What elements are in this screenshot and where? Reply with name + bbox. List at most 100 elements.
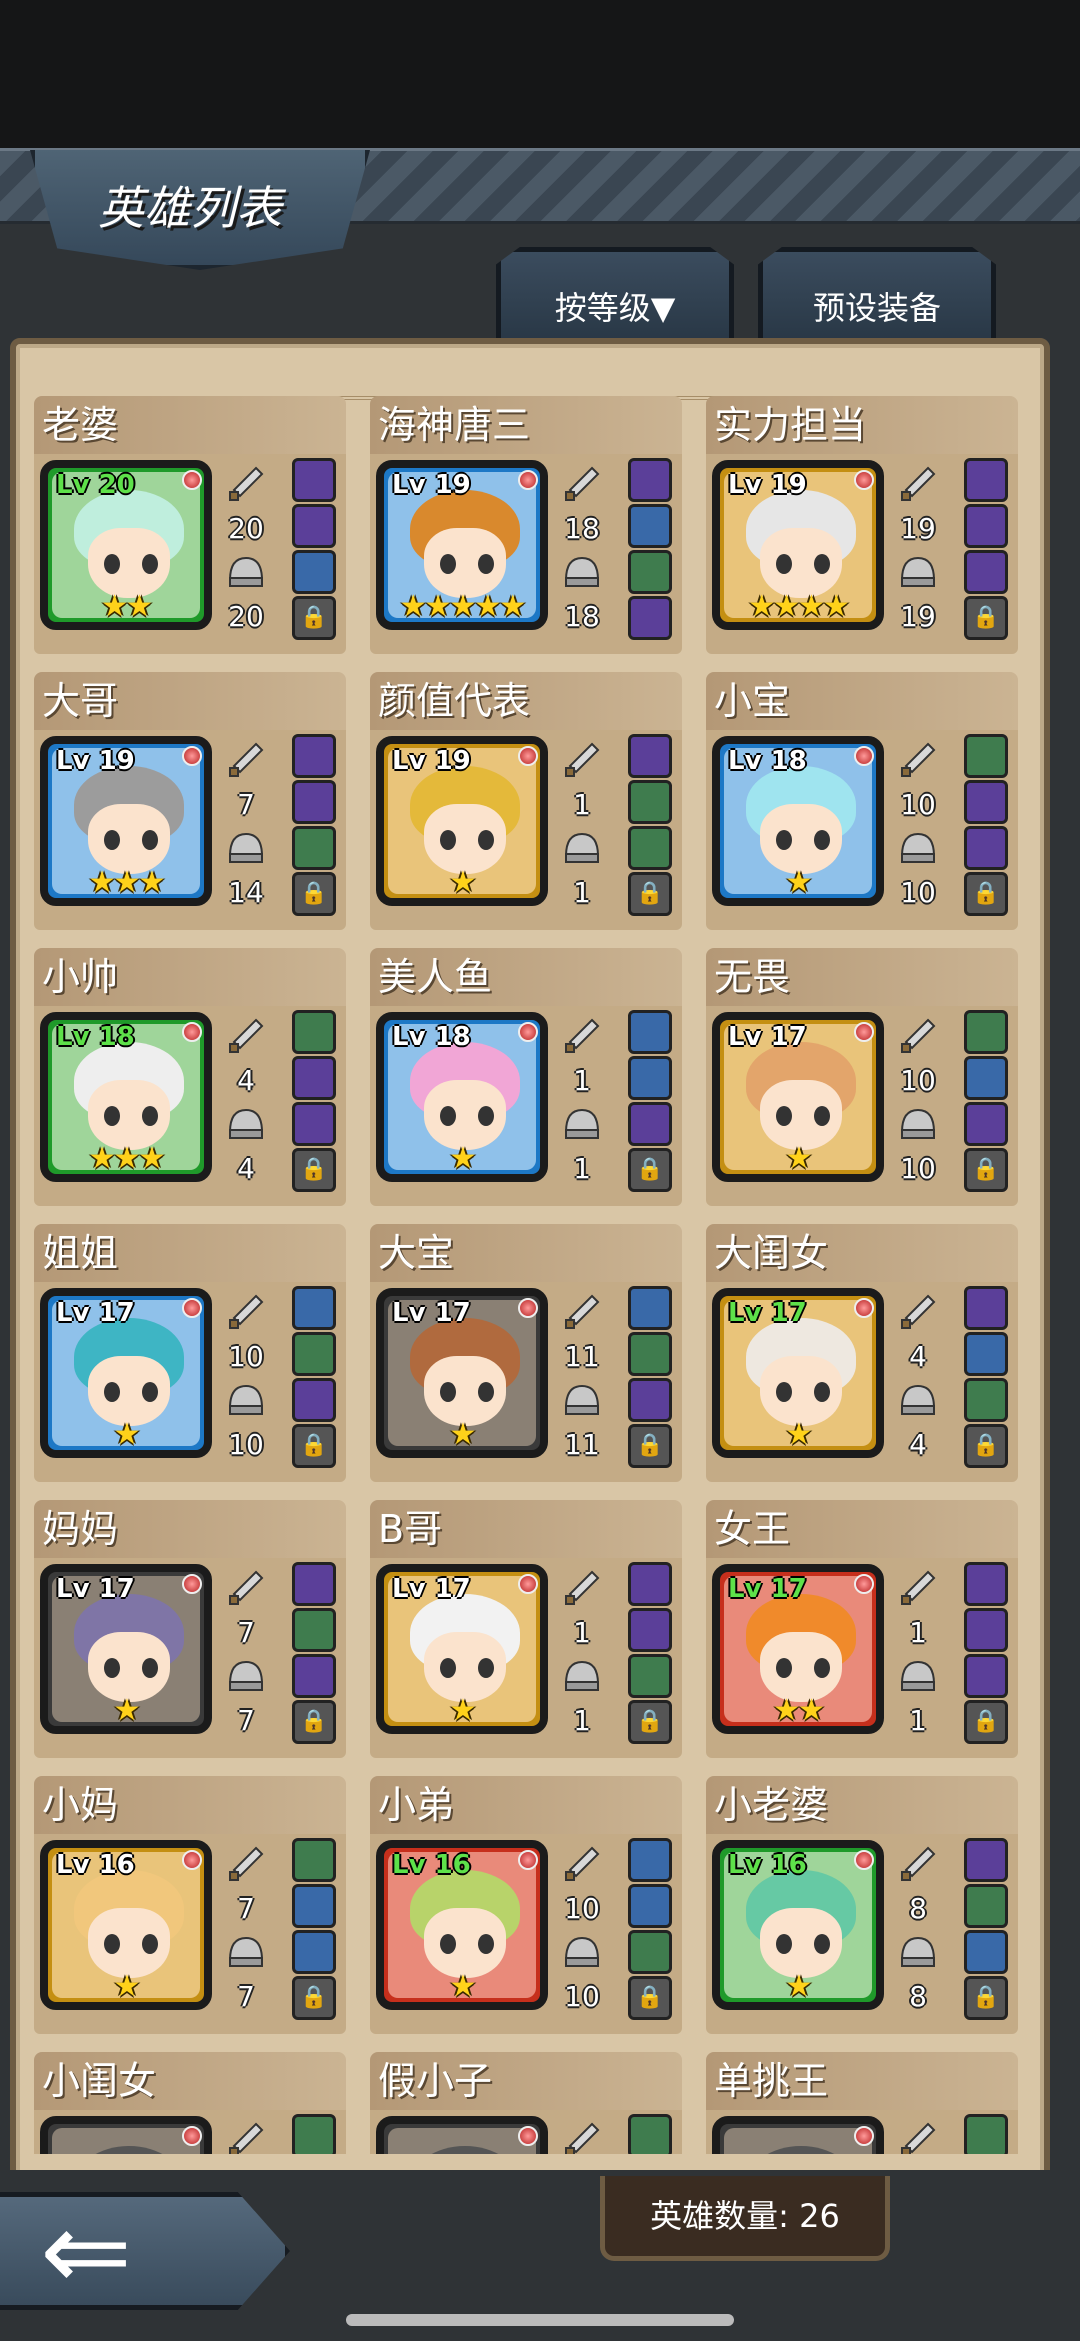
hero-portrait[interactable]: Lv 16 ★ xyxy=(376,1840,548,2010)
lock-icon[interactable]: 🔒 xyxy=(292,1424,336,1468)
hero-card[interactable]: 小弟 Lv 16 ★ 10 10 🔒 xyxy=(370,1776,682,2034)
equipment-slot[interactable] xyxy=(964,1378,1008,1422)
hero-card[interactable]: 小妈 Lv 16 ★ 7 7 🔒 xyxy=(34,1776,346,2034)
hero-portrait[interactable]: Lv 18 ★★★ xyxy=(40,1012,212,1182)
hero-card[interactable]: 女王 Lv 17 ★★ 1 1 🔒 xyxy=(706,1500,1018,1758)
equipment-slot[interactable] xyxy=(964,1102,1008,1146)
hero-card[interactable]: 大闺女 Lv 17 ★ 4 4 🔒 xyxy=(706,1224,1018,1482)
hero-card[interactable]: 小闺女🔒 xyxy=(34,2052,346,2154)
hero-portrait[interactable]: Lv 17 ★ xyxy=(712,1012,884,1182)
preset-equipment-button[interactable]: 预设装备 xyxy=(758,247,996,344)
equipment-slot[interactable] xyxy=(292,2114,336,2154)
hero-portrait[interactable]: Lv 17 ★ xyxy=(376,1564,548,1734)
hero-portrait[interactable] xyxy=(40,2116,212,2154)
hero-card[interactable]: 美人鱼 Lv 18 ★ 1 1 🔒 xyxy=(370,948,682,1206)
equipment-slot[interactable] xyxy=(964,734,1008,778)
equipment-slot[interactable] xyxy=(964,1562,1008,1606)
hero-card[interactable]: 颜值代表 Lv 19 ★ 1 1 🔒 xyxy=(370,672,682,930)
hero-portrait[interactable]: Lv 17 ★★ xyxy=(712,1564,884,1734)
hero-card[interactable]: 假小子🔒 xyxy=(370,2052,682,2154)
hero-portrait[interactable]: Lv 17 ★ xyxy=(712,1288,884,1458)
equipment-slot[interactable] xyxy=(628,1838,672,1882)
hero-portrait[interactable]: Lv 17 ★ xyxy=(376,1288,548,1458)
sort-by-level-button[interactable]: 按等级▼ xyxy=(496,247,734,344)
equipment-slot[interactable] xyxy=(628,1930,672,1974)
hero-portrait[interactable]: Lv 20 ★★ xyxy=(40,460,212,630)
hero-portrait[interactable]: Lv 19 ★★★★ xyxy=(712,460,884,630)
equipment-slot[interactable] xyxy=(292,734,336,778)
equipment-slot[interactable] xyxy=(964,458,1008,502)
equipment-slot[interactable] xyxy=(628,780,672,824)
equipment-slot[interactable] xyxy=(964,1884,1008,1928)
lock-icon[interactable]: 🔒 xyxy=(292,1700,336,1744)
hero-portrait[interactable]: Lv 19 ★★★ xyxy=(40,736,212,906)
equipment-slot[interactable] xyxy=(964,504,1008,548)
hero-portrait[interactable]: Lv 16 ★ xyxy=(712,1840,884,2010)
equipment-slot[interactable] xyxy=(292,1286,336,1330)
home-indicator[interactable] xyxy=(346,2314,734,2326)
lock-icon[interactable]: 🔒 xyxy=(292,1976,336,2020)
equipment-slot[interactable] xyxy=(628,1332,672,1376)
equipment-slot[interactable] xyxy=(628,1884,672,1928)
back-button[interactable]: ⇐ xyxy=(0,2192,290,2310)
lock-icon[interactable]: 🔒 xyxy=(292,1148,336,1192)
equipment-slot[interactable] xyxy=(964,1332,1008,1376)
equipment-slot[interactable] xyxy=(964,1608,1008,1652)
hero-card[interactable]: 小帅 Lv 18 ★★★ 4 4 🔒 xyxy=(34,948,346,1206)
equipment-slot[interactable] xyxy=(628,1562,672,1606)
hero-card[interactable]: B哥 Lv 17 ★ 1 1 🔒 xyxy=(370,1500,682,1758)
equipment-slot[interactable] xyxy=(292,550,336,594)
lock-icon[interactable]: 🔒 xyxy=(964,596,1008,640)
hero-portrait[interactable]: Lv 17 ★ xyxy=(40,1288,212,1458)
equipment-slot[interactable] xyxy=(292,826,336,870)
equipment-slot[interactable] xyxy=(628,1654,672,1698)
equipment-slot[interactable] xyxy=(628,1378,672,1422)
lock-icon[interactable]: 🔒 xyxy=(628,1700,672,1744)
hero-card[interactable]: 单挑王🔒 xyxy=(706,2052,1018,2154)
equipment-slot[interactable] xyxy=(964,550,1008,594)
hero-portrait[interactable]: Lv 18 ★ xyxy=(376,1012,548,1182)
lock-icon[interactable]: 🔒 xyxy=(964,1424,1008,1468)
equipment-slot[interactable] xyxy=(292,1838,336,1882)
equipment-slot[interactable] xyxy=(964,1286,1008,1330)
equipment-slot[interactable] xyxy=(628,1056,672,1100)
hero-card[interactable]: 姐姐 Lv 17 ★ 10 10 🔒 xyxy=(34,1224,346,1482)
equipment-slot[interactable] xyxy=(292,504,336,548)
equipment-slot[interactable] xyxy=(964,780,1008,824)
equipment-slot[interactable] xyxy=(628,1102,672,1146)
lock-icon[interactable]: 🔒 xyxy=(628,1424,672,1468)
equipment-slot[interactable] xyxy=(964,826,1008,870)
hero-portrait[interactable]: Lv 16 ★ xyxy=(40,1840,212,2010)
equipment-slot[interactable] xyxy=(292,1930,336,1974)
hero-card[interactable]: 小老婆 Lv 16 ★ 8 8 🔒 xyxy=(706,1776,1018,2034)
equipment-slot[interactable] xyxy=(292,1332,336,1376)
hero-card[interactable]: 无畏 Lv 17 ★ 10 10 🔒 xyxy=(706,948,1018,1206)
equipment-slot[interactable] xyxy=(292,1562,336,1606)
equipment-slot[interactable] xyxy=(628,1286,672,1330)
equipment-slot[interactable] xyxy=(964,2114,1008,2154)
hero-card[interactable]: 海神唐三 Lv 19 ★★★★★ 18 18 xyxy=(370,396,682,654)
equipment-slot[interactable] xyxy=(628,2114,672,2154)
equipment-slot[interactable] xyxy=(292,1010,336,1054)
hero-portrait[interactable] xyxy=(376,2116,548,2154)
equipment-slot[interactable] xyxy=(292,1654,336,1698)
hero-card[interactable]: 大宝 Lv 17 ★ 11 11 🔒 xyxy=(370,1224,682,1482)
equipment-slot[interactable] xyxy=(964,1930,1008,1974)
lock-icon[interactable]: 🔒 xyxy=(292,596,336,640)
hero-card[interactable]: 小宝 Lv 18 ★ 10 10 🔒 xyxy=(706,672,1018,930)
lock-icon[interactable]: 🔒 xyxy=(628,872,672,916)
equipment-slot[interactable] xyxy=(292,1378,336,1422)
lock-icon[interactable]: 🔒 xyxy=(964,1700,1008,1744)
equipment-slot[interactable] xyxy=(628,504,672,548)
hero-grid[interactable]: 老婆 Lv 20 ★★ 20 20 🔒 海神唐三 Lv 19 ★★★★★ 18 18 实力担当 Lv 1… xyxy=(34,396,1034,2154)
hero-portrait[interactable]: Lv 19 ★ xyxy=(376,736,548,906)
hero-card[interactable]: 老婆 Lv 20 ★★ 20 20 🔒 xyxy=(34,396,346,654)
equipment-slot[interactable] xyxy=(292,1608,336,1652)
hero-card[interactable]: 妈妈 Lv 17 ★ 7 7 🔒 xyxy=(34,1500,346,1758)
hero-portrait[interactable]: Lv 18 ★ xyxy=(712,736,884,906)
hero-card[interactable]: 大哥 Lv 19 ★★★ 7 14 🔒 xyxy=(34,672,346,930)
equipment-slot[interactable] xyxy=(964,1010,1008,1054)
equipment-slot[interactable] xyxy=(964,1654,1008,1698)
equipment-slot[interactable] xyxy=(292,458,336,502)
equipment-slot[interactable] xyxy=(628,596,672,640)
